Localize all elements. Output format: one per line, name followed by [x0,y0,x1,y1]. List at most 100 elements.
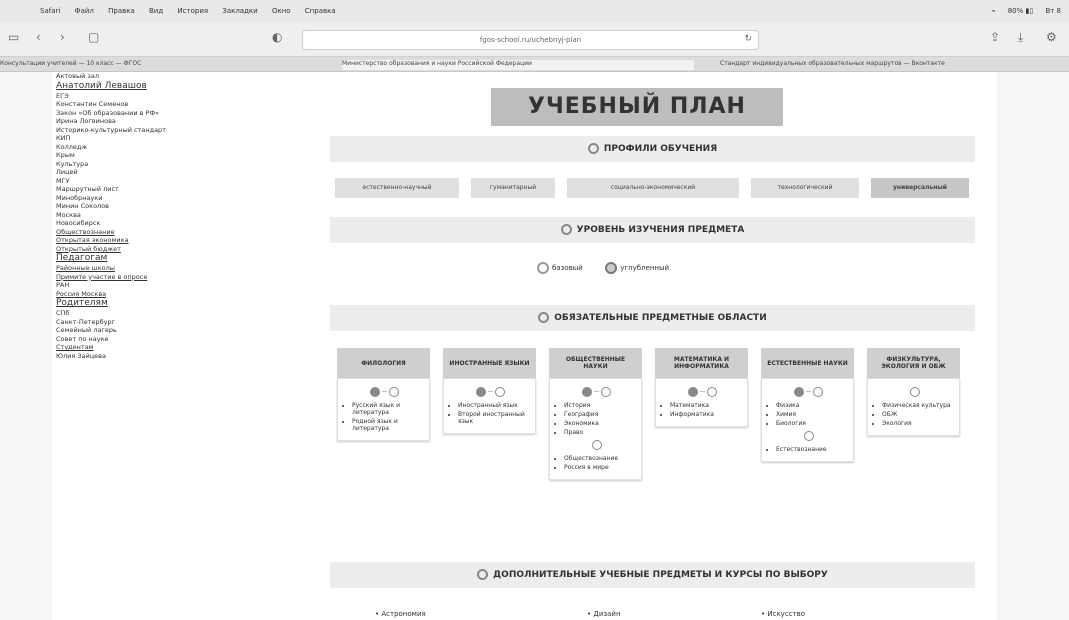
subject-item[interactable]: Информатика [670,411,743,418]
sidebar-tag-link[interactable]: Юлия Зайцева [52,352,297,361]
subject-item[interactable]: География [564,411,637,418]
subject-item[interactable]: Россия в мире [564,464,637,471]
sidebar-tag-link[interactable]: Маршрутный лист [52,185,297,194]
sidebar-tag-link[interactable]: Закон «Об образовании в РФ» [52,109,297,118]
sidebar-tag-link[interactable]: Минобрнауки [52,194,297,203]
clock[interactable]: Вт 8 [1045,7,1061,15]
sidebar-tag-link[interactable]: Семейный лагерь [52,326,297,335]
subject-item[interactable]: Физическая культура [882,402,955,409]
level-toggle[interactable]: — [662,385,743,399]
sidebar-tag-link[interactable]: МГУ [52,177,297,186]
elective-item[interactable]: • Искусство [761,610,805,618]
subject-item[interactable]: Родной язык и литература [352,418,425,432]
level-toggle[interactable] [768,429,849,443]
subject-item[interactable]: История [564,402,637,409]
subject-area-title[interactable]: ФИЗКУЛЬТУРА, ЭКОЛОГИЯ И ОБЖ [867,348,960,378]
sidebar-tag-link[interactable]: СПб [52,309,297,318]
menu-view[interactable]: Вид [149,7,163,15]
level-toggle[interactable]: — [556,385,637,399]
sidebar-tag-link[interactable]: Совет по науке [52,335,297,344]
tab-2-active[interactable]: Министерство образования и науки Российс… [342,60,694,70]
sidebar-tag-link[interactable]: Культура [52,160,297,169]
sidebar-tag-link[interactable]: Педагогам [52,253,297,264]
sidebar-tag-link[interactable]: Константин Семенов [52,100,297,109]
sidebar-tag-link[interactable]: РАН [52,281,297,290]
sidebar-tag-link[interactable]: Россия Москва [52,290,297,299]
sidebar-tag-link[interactable]: Ирина Логвинова [52,117,297,126]
back-icon[interactable]: ‹ [36,30,41,44]
subject-area-title[interactable]: ОБЩЕСТВЕННЫЕ НАУКИ [549,348,642,378]
subject-item[interactable]: Физика [776,402,849,409]
wifi-icon[interactable]: ⌁ [991,7,995,15]
subject-item[interactable]: Естествознание [776,446,849,453]
subject-item[interactable]: Биология [776,420,849,427]
subject-area-title[interactable]: ИНОСТРАННЫЕ ЯЗЫКИ [443,348,536,378]
menu-window[interactable]: Окно [272,7,291,15]
elective-item[interactable]: • Дизайн [587,610,621,618]
profile-chip-humanities[interactable]: гуманитарный [471,178,555,198]
profile-chip-natural-science[interactable]: естественно-научный [335,178,459,198]
profile-chip-universal-selected[interactable]: универсальный [871,178,969,198]
subject-item[interactable]: Экономика [564,420,637,427]
sidebar-tag-link[interactable]: КИП [52,134,297,143]
level-toggle[interactable]: — [344,385,425,399]
sidebar-tag-link[interactable]: Крым [52,151,297,160]
menu-help[interactable]: Справка [305,7,336,15]
subject-item[interactable]: Второй иностранный язык [458,411,531,425]
sidebar-tag-link[interactable]: Актовый зал [52,72,297,81]
subject-item[interactable]: Обществознание [564,455,637,462]
radio-basic-label[interactable]: базовый [552,264,583,272]
menu-bookmarks[interactable]: Закладки [222,7,257,15]
tab-overview-icon[interactable]: ▢ [88,30,99,44]
sidebar-tag-link[interactable]: Новосибирск [52,219,297,228]
profile-chip-socio-economic[interactable]: социально-экономический [567,178,739,198]
sidebar-tag-link[interactable]: Санкт-Петербург [52,318,297,327]
reload-icon[interactable]: ↻ [744,34,752,44]
subject-item[interactable]: ОБЖ [882,411,955,418]
share-icon[interactable]: ⇪ [990,30,1000,44]
menu-file[interactable]: Файл [75,7,94,15]
tab-1[interactable]: Консультации учителей — 10 класс — ФГОС [0,60,338,70]
sidebar-tag-link[interactable]: Примите участие в опросе [52,273,297,282]
sidebar-tag-link[interactable]: ЕГЭ [52,92,297,101]
subject-area-title[interactable]: ФИЛОЛОГИЯ [337,348,430,378]
sidebar-tag-link[interactable]: Колледж [52,143,297,152]
address-bar[interactable]: fgos-school.ru/uchebnyj-plan ↻ [302,30,759,50]
menu-history[interactable]: История [177,7,208,15]
subject-area-title[interactable]: ЕСТЕСТВЕННЫЕ НАУКИ [761,348,854,378]
elective-item[interactable]: • Астрономия [375,610,426,618]
subject-area-title[interactable]: МАТЕМАТИКА И ИНФОРМАТИКА [655,348,748,378]
radio-advanced-icon[interactable] [605,262,618,274]
sidebar-tag-link[interactable]: Москва [52,211,297,220]
menu-safari[interactable]: Safari [40,7,60,15]
sidebar-tag-link[interactable]: Открытый бюджет [52,245,297,254]
subject-item[interactable]: Русский язык и литература [352,402,425,416]
sidebar-tag-link[interactable]: Родителям [52,298,297,309]
sidebar-tag-link[interactable]: Студентам [52,343,297,352]
sidebar-tag-link[interactable]: Историко-культурный стандарт [52,126,297,135]
radio-basic-icon[interactable] [537,262,549,274]
sidebar-toggle-icon[interactable]: ▭ [8,30,19,44]
sidebar-tag-link[interactable]: Лицей [52,168,297,177]
subject-item[interactable]: Иностранный язык [458,402,531,409]
forward-icon[interactable]: › [60,30,65,44]
level-toggle[interactable]: — [768,385,849,399]
level-toggle[interactable]: — [450,385,531,399]
sidebar-tag-link[interactable]: Анатолий Левашов [52,81,297,92]
sidebar-tag-link[interactable]: Районные школы [52,264,297,273]
subject-item[interactable]: Математика [670,402,743,409]
privacy-shield-icon[interactable]: ◐ [272,30,282,44]
battery-indicator[interactable]: 80% ▮▯ [1008,7,1034,15]
subject-item[interactable]: Экология [882,420,955,427]
subject-item[interactable]: Право [564,429,637,436]
sidebar-tag-link[interactable]: Открытая экономика [52,236,297,245]
profile-chip-technological[interactable]: технологический [751,178,859,198]
sidebar-tag-link[interactable]: Минин Соколов [52,202,297,211]
tab-3[interactable]: Стандарт индивидуальных образовательных … [720,60,1069,70]
subject-item[interactable]: Химия [776,411,849,418]
level-toggle[interactable] [874,385,955,399]
sidebar-tag-link[interactable]: Обществознание [52,228,297,237]
menu-edit[interactable]: Правка [108,7,135,15]
radio-advanced-label[interactable]: углубленный [620,264,669,272]
settings-icon[interactable]: ⚙ [1046,30,1057,44]
